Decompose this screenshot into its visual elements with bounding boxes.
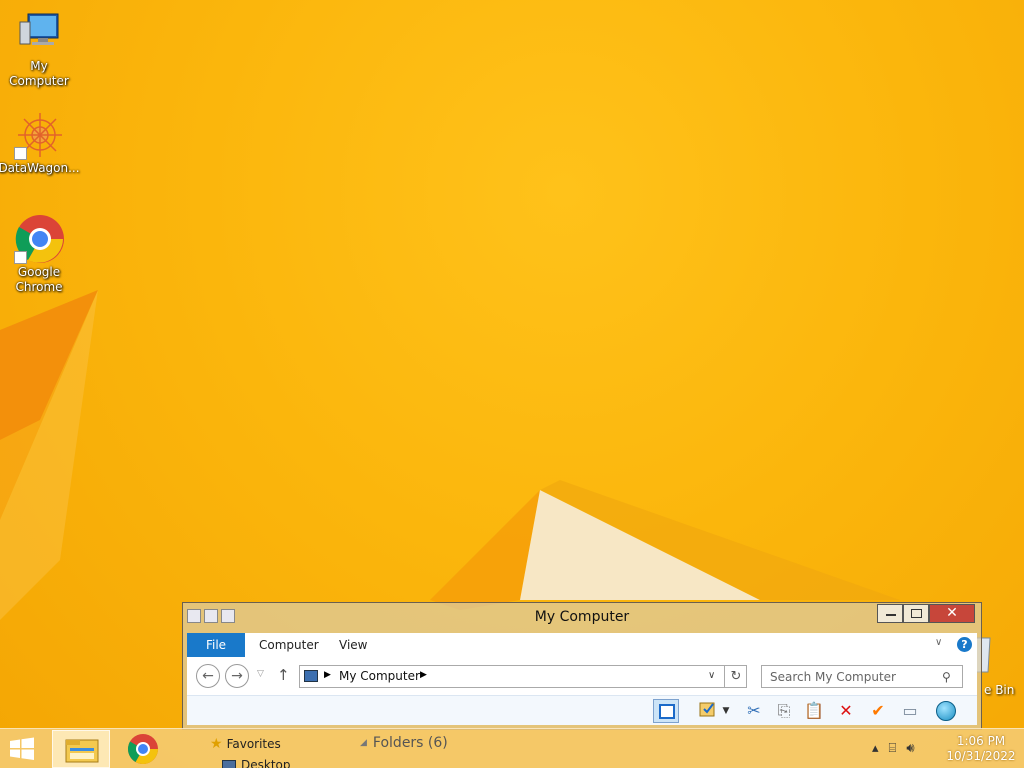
preview-pane-button[interactable] [653, 699, 679, 723]
properties-button[interactable] [695, 699, 721, 723]
desktop-icon-label: My Computer [9, 59, 69, 88]
clock-date: 10/31/2022 [946, 749, 1016, 763]
recycle-bin-label: e Bin [984, 683, 1015, 697]
windows-logo-icon [10, 737, 34, 760]
nav-desktop-label: Desktop [241, 758, 291, 768]
folders-group-header[interactable]: ◢ Folders (6) [360, 735, 448, 751]
taskbar-clock[interactable]: 1:06 PM 10/31/2022 [942, 734, 1020, 764]
breadcrumb-separator-icon[interactable]: ▶ [420, 670, 427, 680]
check-button[interactable]: ✔ [865, 699, 891, 723]
forward-button[interactable]: → [225, 664, 249, 688]
navigation-bar: ← → ▽ ↑ ▶ My Computer ▶ ∨ ↻ Search My Co… [187, 657, 977, 695]
taskbar: ▴ ⌸ 🔊︎ 1:06 PM 10/31/2022 [0, 728, 1024, 768]
nav-favorites-label: Favorites [226, 737, 281, 751]
close-icon: ✕ [946, 605, 958, 621]
collapse-triangle-icon: ◢ [360, 738, 367, 748]
address-dropdown-icon[interactable]: ∨ [708, 670, 715, 681]
breadcrumb-separator-icon[interactable]: ▶ [324, 670, 331, 680]
address-bar[interactable]: ▶ My Computer ▶ ∨ ↻ [299, 665, 747, 688]
command-toolbar: ▼ ✂ ⎘ 📋 ✕ ✔ ▭ [187, 695, 977, 725]
start-button[interactable] [6, 735, 38, 763]
breadcrumb-my-computer[interactable]: My Computer [339, 669, 420, 683]
taskbar-file-explorer[interactable] [52, 730, 110, 768]
back-button[interactable]: ← [196, 664, 220, 688]
network-button[interactable] [933, 699, 959, 723]
folders-header-label: Folders (6) [372, 735, 448, 751]
computer-icon [14, 8, 64, 58]
computer-icon [304, 670, 318, 682]
cut-button[interactable]: ✂ [741, 699, 767, 723]
up-button[interactable]: ↑ [277, 666, 290, 684]
minimize-icon [886, 614, 896, 616]
search-icon[interactable]: ⚲ [942, 670, 951, 684]
properties-dropdown-icon[interactable]: ▼ [719, 699, 733, 723]
shortcut-arrow-icon [14, 251, 27, 264]
star-icon: ★ [210, 736, 223, 752]
globe-icon [936, 701, 956, 721]
volume-icon[interactable]: 🔊︎ [906, 741, 914, 756]
search-placeholder: Search My Computer [770, 670, 896, 684]
chrome-icon [127, 734, 158, 765]
help-icon[interactable]: ? [957, 637, 972, 652]
shortcut-arrow-icon [14, 147, 27, 160]
minimize-button[interactable] [877, 604, 903, 623]
ribbon-expand-icon[interactable]: ∨ [935, 637, 942, 648]
taskbar-google-chrome[interactable] [114, 730, 172, 768]
desktop-icon-label: DataWagon... [0, 161, 80, 175]
chrome-icon [14, 214, 64, 264]
system-tray: ▴ ⌸ 🔊︎ [872, 741, 915, 756]
window-title: My Computer [534, 609, 630, 625]
desktop-icon-my-computer[interactable]: My Computer [0, 8, 78, 89]
window-titlebar[interactable]: My Computer ✕ [183, 603, 981, 631]
copy-button[interactable]: ⎘ [771, 699, 797, 723]
close-button[interactable]: ✕ [929, 604, 975, 623]
explorer-window: My Computer ✕ File Computer View ∨ ? ← →… [182, 602, 982, 730]
desktop-icon [222, 760, 236, 768]
delete-button[interactable]: ✕ [833, 699, 859, 723]
maximize-icon [911, 609, 922, 618]
nav-favorites[interactable]: ★ Favorites [210, 736, 281, 752]
nav-desktop[interactable]: Desktop [222, 758, 291, 768]
recent-locations-icon[interactable]: ▽ [257, 669, 264, 679]
ribbon-tabs: File Computer View ∨ ? [187, 633, 977, 657]
tab-computer[interactable]: Computer [259, 633, 319, 657]
desktop-icon-label: Google Chrome [15, 265, 63, 294]
desktop-icon-datawagon[interactable]: DataWagon... [0, 110, 80, 176]
file-explorer-icon [65, 739, 99, 763]
maximize-button[interactable] [903, 604, 929, 623]
desktop-icon-google-chrome[interactable]: Google Chrome [0, 214, 78, 295]
datawagon-icon [14, 110, 64, 160]
search-input[interactable]: Search My Computer ⚲ [761, 665, 963, 688]
clock-time: 1:06 PM [956, 734, 1006, 748]
show-hidden-icons-icon[interactable]: ▴ [872, 741, 879, 756]
network-icon[interactable]: ⌸ [889, 741, 897, 756]
properties-icon [699, 702, 715, 717]
layout-pane-icon [659, 704, 675, 719]
paste-button[interactable]: 📋 [801, 699, 827, 723]
tab-file[interactable]: File [187, 633, 245, 657]
refresh-button[interactable]: ↻ [724, 666, 747, 687]
rename-button[interactable]: ▭ [897, 699, 923, 723]
tab-view[interactable]: View [339, 633, 367, 657]
